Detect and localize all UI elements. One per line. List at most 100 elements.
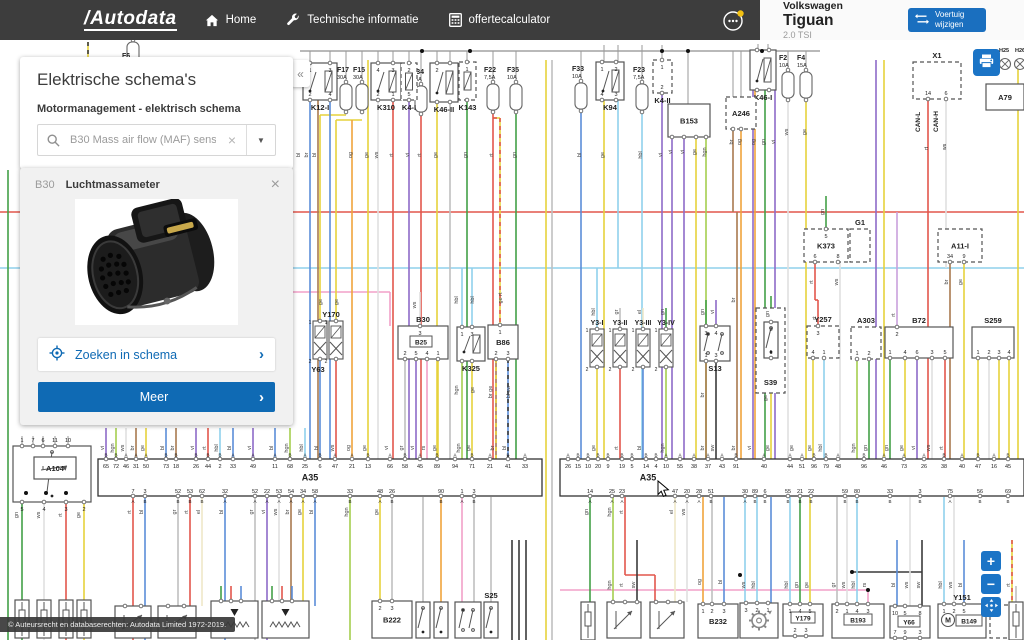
- clear-search-icon[interactable]: ×: [218, 132, 246, 148]
- svg-text:A: A: [678, 453, 681, 458]
- solenoid-valve[interactable]: 12: [632, 327, 650, 373]
- ecu-A35[interactable]: A3526A15B10B20B9B19B5B14B4B10A55A38A37A4…: [560, 453, 1024, 505]
- component-K373[interactable]: K373568: [804, 227, 848, 264]
- svg-text:2: 2: [660, 85, 663, 91]
- component-gear[interactable]: 321: [740, 601, 778, 638]
- fuse-F15[interactable]: F1530A: [353, 67, 368, 114]
- component-K4-II[interactable]: K4-II12: [653, 58, 672, 105]
- fuse-F22[interactable]: F227,5A: [484, 67, 499, 114]
- zoom-out-button[interactable]: −: [981, 574, 1001, 594]
- fuse-F33[interactable]: F3310A: [572, 66, 587, 113]
- svg-text:2: 2: [494, 351, 497, 357]
- component-B86[interactable]: B86123: [488, 323, 518, 361]
- component-K46-II[interactable]: K46-II2: [430, 61, 458, 114]
- svg-text:gr: gr: [399, 445, 405, 450]
- vehicle-info: Volkswagen Tiguan 2.0 TSI: [783, 1, 843, 40]
- component-heat[interactable]: [262, 599, 309, 638]
- svg-text:ge: ge: [804, 582, 810, 588]
- svg-text:B: B: [918, 499, 921, 504]
- print-button[interactable]: [973, 49, 1000, 76]
- component-S13[interactable]: S133413: [700, 324, 730, 373]
- component-switch1[interactable]: 31: [764, 320, 778, 360]
- svg-text:49: 49: [250, 464, 256, 470]
- search-input[interactable]: [68, 133, 218, 147]
- svg-text:A: A: [948, 499, 951, 504]
- svg-text:hgn: hgn: [344, 507, 350, 516]
- nav-item-quote-calculator[interactable]: offertecalculator: [449, 13, 551, 27]
- component-G1[interactable]: G1: [850, 218, 870, 262]
- autodata-logo[interactable]: / Autodata: [84, 10, 177, 31]
- component-A79[interactable]: A79: [986, 84, 1024, 110]
- change-vehicle-button[interactable]: Voertuig wijzigen: [908, 8, 986, 32]
- component-K143[interactable]: K1431: [459, 60, 477, 112]
- ecu-A35[interactable]: A3565B72B46A31A50A73B18B26B44B2B33A49A11…: [98, 453, 542, 505]
- nav-item-technical-info[interactable]: Technische informatie: [286, 13, 418, 27]
- component-X1[interactable]: X1146: [913, 51, 961, 101]
- component-B72[interactable]: B72214635: [885, 316, 953, 360]
- component-Y151[interactable]: MB149Y151125: [938, 593, 986, 638]
- collapse-panel-button[interactable]: «: [291, 60, 310, 87]
- component-B222[interactable]: B22223: [372, 599, 412, 638]
- component-res[interactable]: [1009, 602, 1023, 640]
- close-icon[interactable]: ×: [271, 179, 280, 191]
- svg-text:vi: vi: [771, 140, 777, 144]
- pan-button[interactable]: [981, 597, 1001, 617]
- svg-text:rt: rt: [619, 510, 625, 514]
- zoom-in-button[interactable]: +: [981, 551, 1001, 571]
- component-box[interactable]: B1932143: [832, 602, 884, 638]
- component-arrow[interactable]: [650, 600, 684, 638]
- component-switch1[interactable]: [434, 602, 448, 638]
- svg-text:51: 51: [799, 464, 805, 470]
- svg-text:B86: B86: [496, 338, 510, 347]
- component-Y257[interactable]: Y257341: [807, 315, 839, 360]
- svg-text:vi: vi: [658, 153, 664, 157]
- component-K94[interactable]: K941243: [596, 60, 624, 112]
- svg-text:ge: ge: [140, 445, 146, 451]
- component-arrow[interactable]: [607, 600, 641, 638]
- component-A11-I[interactable]: A11-I349: [938, 229, 982, 264]
- svg-text:5: 5: [962, 609, 965, 615]
- search-in-schema-button[interactable]: Zoeken in schema ›: [38, 338, 275, 371]
- svg-text:2: 2: [793, 628, 796, 634]
- solenoid-valve[interactable]: 12: [609, 327, 627, 373]
- component-K4-I[interactable]: K4-I25: [401, 61, 417, 112]
- nav-item-home[interactable]: Home: [205, 13, 257, 27]
- svg-text:vi: vi: [710, 310, 716, 314]
- component-S25[interactable]: S25: [484, 591, 498, 638]
- svg-text:ge: ge: [692, 149, 698, 155]
- component-box[interactable]: Y661058793: [890, 604, 930, 640]
- component-switch2[interactable]: [455, 602, 481, 638]
- component-box[interactable]: Y17914523: [783, 602, 823, 638]
- component-A246[interactable]: A246: [726, 97, 756, 131]
- component-B153[interactable]: B153: [668, 104, 710, 139]
- component-switch1[interactable]: [416, 602, 430, 638]
- svg-text:rt: rt: [389, 153, 395, 157]
- component-S259[interactable]: S2591234: [972, 316, 1014, 360]
- svg-text:1: 1: [769, 350, 772, 356]
- fuse-F4[interactable]: F415A: [797, 55, 812, 102]
- solenoid-valve[interactable]: 12: [655, 327, 673, 373]
- svg-text:A79: A79: [998, 93, 1012, 102]
- component-K46-I[interactable]: K46-I: [750, 48, 776, 102]
- search-dropdown-button[interactable]: ▼: [246, 125, 275, 155]
- component-B30[interactable]: B25B3032541: [398, 315, 448, 361]
- component-K325[interactable]: K32513: [457, 325, 485, 373]
- svg-text:1: 1: [325, 320, 328, 326]
- fuse-F23[interactable]: F237,5A: [633, 67, 648, 114]
- fuse-F35[interactable]: F3510A: [507, 67, 522, 114]
- fuse-F2[interactable]: F210A: [779, 55, 794, 102]
- svg-text:33: 33: [522, 464, 528, 470]
- component-B232[interactable]: B232123: [698, 602, 738, 638]
- chevron-right-icon: ›: [259, 389, 264, 406]
- component-A104[interactable]: A104: [34, 457, 76, 479]
- svg-text:A: A: [523, 453, 526, 458]
- component-K310[interactable]: K3104321: [371, 61, 401, 112]
- svg-text:bl: bl: [312, 153, 318, 157]
- svg-text:bl sw: bl sw: [506, 386, 512, 399]
- apps-menu-icon[interactable]: [722, 8, 746, 32]
- fuse-F17[interactable]: F1730A: [337, 67, 352, 114]
- svg-text:B: B: [862, 453, 865, 458]
- component-res[interactable]: [581, 602, 595, 640]
- more-button[interactable]: Meer ›: [38, 382, 275, 412]
- solenoid-valve[interactable]: 12: [586, 327, 604, 373]
